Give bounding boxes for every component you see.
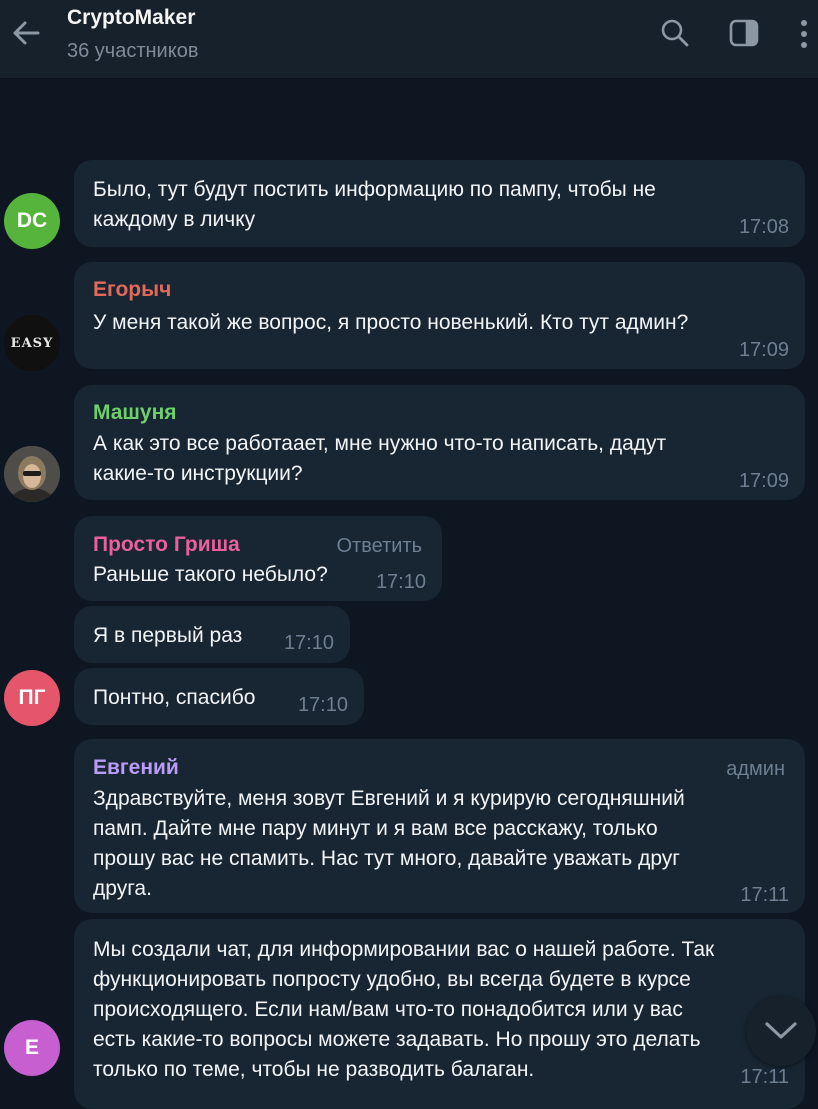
message-time: 17:10: [297, 694, 348, 716]
message-bubble[interactable]: Мы создали чат, для информировании вас о…: [74, 919, 805, 1109]
profile-photo-icon: [4, 446, 60, 502]
chat-title[interactable]: CryptoMaker: [67, 6, 195, 30]
admin-badge: админ: [726, 758, 785, 780]
message-text-line: какие-то инструкции?: [93, 462, 303, 485]
message-text-line: А как это все работаает, мне нужно что-т…: [93, 432, 667, 455]
message-author[interactable]: Машуня: [93, 401, 177, 425]
message-text-line: прошу вас не спамить. Нас тут много, дав…: [93, 847, 680, 870]
avatar-logo-text: EASY: [10, 335, 54, 351]
message-bubble[interactable]: Понтно, спасибо 17:10: [74, 668, 364, 725]
message-text-line: памп. Дайте мне пару минут и я вам все р…: [93, 817, 658, 840]
message-bubble[interactable]: Егорыч У меня такой же вопрос, я просто …: [74, 262, 805, 369]
message-time: 17:11: [740, 1066, 789, 1088]
message-text-line: Было, тут будут постить информацию по па…: [93, 178, 656, 201]
message-text-line: происходящего. Если нам/вам что-то понад…: [93, 998, 683, 1021]
message-text-line: есть какие-то вопросы можете задавать. Н…: [93, 1028, 701, 1051]
message-text-line: функционировать попросту удобно, вы всег…: [93, 968, 691, 991]
message-text-line: Здравствуйте, меня зовут Евгений и я кур…: [93, 787, 685, 810]
avatar-initials: E: [24, 1036, 39, 1059]
message-time: 17:08: [738, 216, 789, 238]
avatar-e[interactable]: E: [4, 1020, 60, 1076]
chevron-down-icon: [765, 1022, 797, 1039]
search-icon[interactable]: [660, 18, 690, 48]
avatar-initials: DC: [16, 209, 48, 232]
message-time: 17:09: [738, 339, 789, 361]
message-time: 17:10: [283, 632, 334, 654]
sidebar-toggle-icon[interactable]: [729, 18, 759, 48]
avatar-egorych[interactable]: EASY: [4, 315, 60, 371]
more-options-icon[interactable]: [790, 18, 810, 48]
scroll-to-bottom-button[interactable]: [746, 996, 816, 1066]
message-bubble[interactable]: Машуня А как это все работаает, мне нужн…: [74, 385, 805, 500]
message-time: 17:09: [738, 470, 789, 492]
message-time: 17:10: [375, 571, 426, 593]
back-arrow-icon[interactable]: [10, 17, 42, 49]
message-text-line: Раньше такого небыло?: [93, 563, 328, 586]
avatar-initials: ПГ: [18, 686, 46, 709]
avatar-pg[interactable]: ПГ: [4, 670, 60, 726]
message-author[interactable]: Егорыч: [93, 278, 171, 302]
chat-header: CryptoMaker 36 участников: [0, 0, 818, 79]
message-text-line: друга.: [93, 877, 152, 900]
message-author[interactable]: Просто Гриша: [93, 533, 240, 557]
message-text-line: каждому в личку: [93, 208, 256, 231]
message-text-line: Я в первый раз: [93, 624, 243, 647]
message-time: 17:11: [740, 884, 789, 906]
message-text-line: У меня такой же вопрос, я просто новеньк…: [93, 311, 689, 334]
message-author[interactable]: Евгений: [93, 756, 179, 780]
reply-button[interactable]: Ответить: [337, 535, 423, 558]
member-count: 36 участников: [67, 40, 199, 62]
avatar-dc[interactable]: DC: [4, 193, 60, 249]
avatar-mashunya[interactable]: [4, 446, 60, 502]
message-text-line: только по теме, чтобы не разводить балаг…: [93, 1058, 535, 1081]
message-text-line: Понтно, спасибо: [93, 686, 256, 709]
message-text-line: Мы создали чат, для информировании вас о…: [93, 938, 715, 961]
message-bubble[interactable]: Евгений админ Здравствуйте, меня зовут Е…: [74, 739, 805, 913]
message-bubble[interactable]: Просто Гриша Ответить Раньше такого небы…: [74, 516, 442, 601]
message-bubble[interactable]: Я в первый раз 17:10: [74, 606, 350, 663]
message-bubble[interactable]: Было, тут будут постить информацию по па…: [74, 160, 805, 247]
